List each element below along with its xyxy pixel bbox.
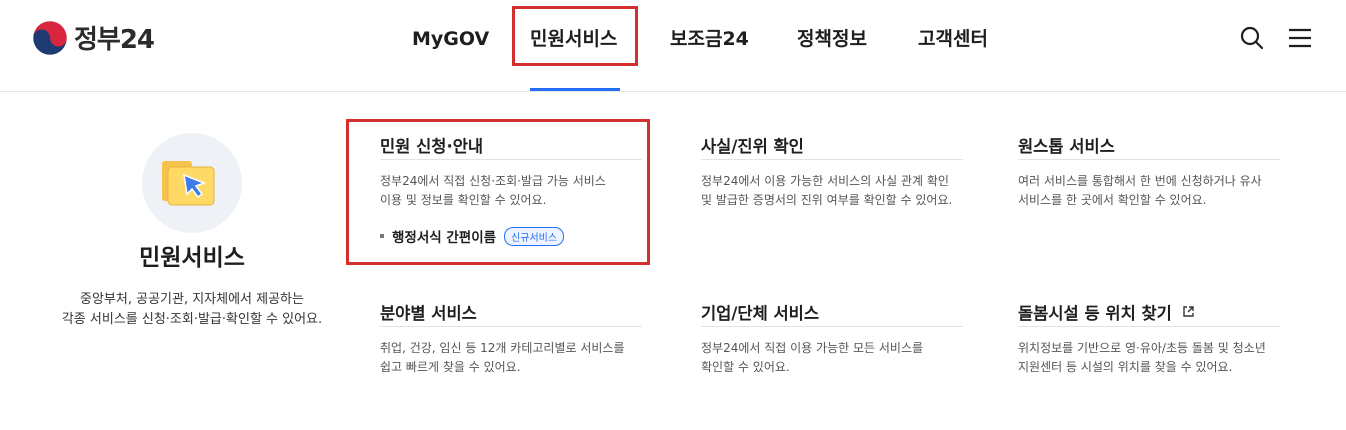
card-desc-line: 쉽고 빠르게 찾을 수 있어요. bbox=[380, 360, 521, 374]
card-desc: 여러 서비스를 통합해서 한 번에 신청하거나 유사 서비스를 한 곳에서 확인… bbox=[1018, 172, 1280, 210]
card-category-service: 분야별 서비스 취업, 건강, 임신 등 12개 카테고리별로 서비스를 쉽고 … bbox=[380, 297, 642, 377]
search-icon[interactable] bbox=[1238, 24, 1266, 52]
card-desc-line: 및 발급한 증명서의 진위 여부를 확인할 수 있어요. bbox=[701, 193, 953, 207]
card-desc-line: 취업, 건강, 임신 등 12개 카테고리별로 서비스를 bbox=[380, 341, 625, 355]
section-description: 중앙부처, 공공기관, 지자체에서 제공하는 각종 서비스를 신청·조회·발급·… bbox=[32, 290, 352, 330]
taegeuk-emblem-icon bbox=[32, 20, 68, 55]
menu-icon[interactable] bbox=[1286, 24, 1314, 52]
card-desc-line: 정부24에서 이용 가능한 서비스의 사실 관계 확인 bbox=[701, 174, 949, 188]
folder-illustration bbox=[142, 133, 242, 233]
section-description-line: 중앙부처, 공공기관, 지자체에서 제공하는 bbox=[80, 292, 304, 307]
nav-mygov[interactable]: MyGOV bbox=[412, 24, 489, 54]
nav-subsidy24[interactable]: 보조금24 bbox=[670, 24, 749, 54]
card-desc-line: 정부24에서 직접 이용 가능한 모든 서비스를 bbox=[701, 341, 924, 355]
card-desc: 취업, 건강, 임신 등 12개 카테고리별로 서비스를 쉽고 빠르게 찾을 수… bbox=[380, 339, 642, 377]
card-title-care-facility-locator[interactable]: 돌봄시설 등 위치 찾기 bbox=[1018, 297, 1280, 327]
card-desc: 위치정보를 기반으로 영·유아/초등 돌봄 및 청소년 지원센터 등 시설의 위… bbox=[1018, 339, 1280, 377]
folder-cursor-icon bbox=[162, 161, 215, 206]
card-desc-line: 서비스를 한 곳에서 확인할 수 있어요. bbox=[1018, 193, 1207, 207]
highlight-box-card bbox=[346, 119, 650, 265]
external-link-icon bbox=[1183, 306, 1194, 317]
card-desc: 정부24에서 직접 이용 가능한 모든 서비스를 확인할 수 있어요. bbox=[701, 339, 963, 377]
card-desc-line: 여러 서비스를 통합해서 한 번에 신청하거나 유사 bbox=[1018, 174, 1262, 188]
section-description-line: 각종 서비스를 신청·조회·발급·확인할 수 있어요. bbox=[61, 312, 323, 327]
card-desc: 정부24에서 이용 가능한 서비스의 사실 관계 확인 및 발급한 증명서의 진… bbox=[701, 172, 963, 210]
card-fact-verification: 사실/진위 확인 정부24에서 이용 가능한 서비스의 사실 관계 확인 및 발… bbox=[701, 130, 963, 210]
global-header: 정부24 MyGOV 민원서비스 보조금24 정책정보 고객센터 bbox=[0, 0, 1346, 92]
card-onestop-service: 원스톱 서비스 여러 서비스를 통합해서 한 번에 신청하거나 유사 서비스를 … bbox=[1018, 130, 1280, 210]
card-title-onestop-service[interactable]: 원스톱 서비스 bbox=[1018, 130, 1280, 160]
active-nav-indicator bbox=[530, 88, 620, 91]
site-logo[interactable]: 정부24 bbox=[32, 19, 155, 56]
card-title-fact-verification[interactable]: 사실/진위 확인 bbox=[701, 130, 963, 160]
nav-policy-info[interactable]: 정책정보 bbox=[797, 24, 867, 54]
nav-customer-center[interactable]: 고객센터 bbox=[918, 24, 988, 54]
section-title: 민원서비스 bbox=[139, 245, 245, 271]
highlight-box-nav bbox=[512, 6, 638, 66]
card-desc-line: 확인할 수 있어요. bbox=[701, 360, 790, 374]
card-business-service: 기업/단체 서비스 정부24에서 직접 이용 가능한 모든 서비스를 확인할 수… bbox=[701, 297, 963, 377]
card-desc-line: 지원센터 등 시설의 위치를 찾을 수 있어요. bbox=[1018, 360, 1233, 374]
card-title-category-service[interactable]: 분야별 서비스 bbox=[380, 297, 642, 327]
card-desc-line: 위치정보를 기반으로 영·유아/초등 돌봄 및 청소년 bbox=[1018, 341, 1266, 355]
card-care-facility-locator: 돌봄시설 등 위치 찾기 위치정보를 기반으로 영·유아/초등 돌봄 및 청소년… bbox=[1018, 297, 1280, 377]
card-title-business-service[interactable]: 기업/단체 서비스 bbox=[701, 297, 963, 327]
card-title-text: 돌봄시설 등 위치 찾기 bbox=[1018, 303, 1172, 323]
logo-text: 정부24 bbox=[74, 25, 155, 55]
